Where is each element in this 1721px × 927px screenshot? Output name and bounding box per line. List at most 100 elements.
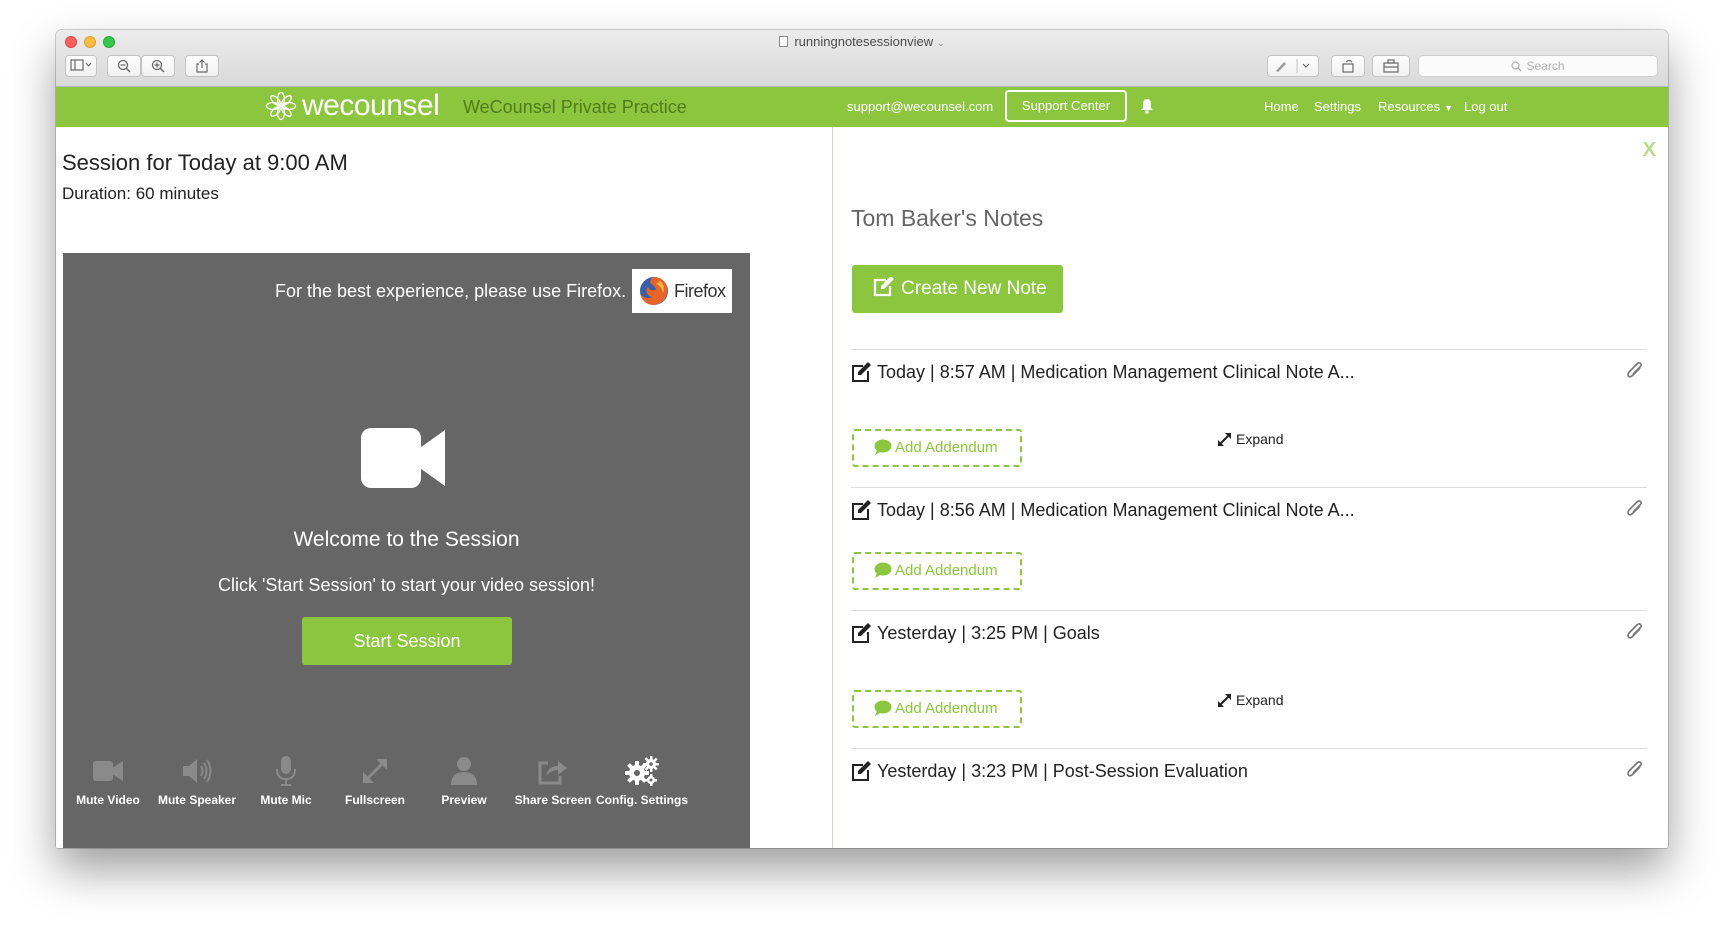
notes-pane: X Tom Baker's Notes Create New Note Toda… (834, 127, 1668, 848)
zoom-in-icon (151, 59, 165, 73)
zoom-out-icon (117, 59, 131, 73)
fullscreen-label: Fullscreen (344, 793, 406, 807)
note-item-4[interactable]: Yesterday | 3:23 PM | Post-Session Evalu… (851, 760, 1248, 782)
speech-bubble-icon (874, 439, 892, 455)
add-addendum-label: Add Addendum (895, 562, 998, 579)
edit-icon (873, 276, 894, 297)
share-button[interactable] (185, 55, 219, 77)
note-heading: Yesterday | 3:25 PM | Goals (877, 622, 1100, 643)
video-area: For the best experience, please use Fire… (63, 253, 750, 848)
add-addendum-button[interactable]: Add Addendum (852, 552, 1022, 590)
sidebar-icon (70, 59, 92, 71)
support-center-button[interactable]: Support Center (1005, 90, 1127, 122)
user-icon (451, 757, 477, 785)
support-email-link[interactable]: support@wecounsel.com (847, 99, 993, 114)
session-title: Session for Today at 9:00 AM (62, 150, 348, 175)
create-new-note-label: Create New Note (901, 278, 1047, 299)
document-title-text: runningnotesessionview (794, 34, 934, 49)
sidebar-toggle-button[interactable] (65, 55, 97, 77)
add-addendum-button[interactable]: Add Addendum (852, 429, 1022, 467)
expand-arrows-icon (1218, 432, 1231, 446)
share-screen-label: Share Screen (514, 793, 592, 807)
firefox-logo-icon (640, 277, 668, 305)
speech-bubble-icon (874, 700, 892, 716)
rotate-button[interactable] (1331, 55, 1365, 77)
annotate-button[interactable] (1267, 55, 1319, 77)
fullscreen-control[interactable]: Fullscreen (327, 753, 423, 807)
mute-video-label: Mute Video (76, 793, 140, 807)
paperclip-icon[interactable] (1626, 360, 1644, 380)
share-icon (538, 761, 567, 785)
browser-window: runningnotesessionview ⌄ Search wecounse… (56, 30, 1668, 848)
video-camera-icon (93, 761, 123, 781)
expand-label: Expand (1236, 692, 1284, 708)
logo-flower-icon (265, 91, 297, 121)
note-item-1[interactable]: Today | 8:57 AM | Medication Management … (851, 361, 1355, 383)
config-settings-control[interactable]: Config. Settings (594, 753, 690, 807)
paperclip-icon[interactable] (1626, 759, 1644, 779)
mute-speaker-label: Mute Speaker (157, 793, 237, 807)
add-addendum-label: Add Addendum (895, 439, 998, 456)
firefox-badge[interactable]: Firefox (632, 269, 732, 313)
session-pane: Session for Today at 9:00 AM Duration: 6… (56, 127, 833, 848)
practice-name: WeCounsel Private Practice (463, 97, 687, 117)
edit-note-icon (852, 362, 871, 382)
add-addendum-label: Add Addendum (895, 700, 998, 717)
mute-video-control[interactable]: Mute Video (60, 753, 156, 807)
note-item-2[interactable]: Today | 8:56 AM | Medication Management … (851, 499, 1355, 521)
expand-button[interactable]: Expand (1217, 692, 1283, 708)
zoom-out-button[interactable] (107, 55, 141, 77)
note-divider (851, 487, 1647, 488)
edit-note-icon (852, 500, 871, 520)
microphone-icon (276, 756, 296, 786)
document-icon (779, 36, 789, 47)
session-instruction: Click 'Start Session' to start your vide… (217, 575, 596, 595)
mute-mic-label: Mute Mic (260, 793, 312, 807)
paperclip-icon[interactable] (1626, 621, 1644, 641)
firefox-recommendation: For the best experience, please use Fire… (275, 281, 627, 301)
bell-icon[interactable] (1140, 98, 1154, 114)
close-notes-button[interactable]: X (1643, 139, 1656, 162)
edit-note-icon (852, 761, 871, 781)
nav-home[interactable]: Home (1264, 99, 1299, 114)
note-divider (851, 748, 1647, 749)
fullscreen-arrows-icon (363, 759, 387, 783)
rotate-icon (1342, 59, 1354, 73)
wecounsel-logo[interactable]: wecounsel (264, 89, 440, 123)
preview-control[interactable]: Preview (416, 753, 512, 807)
note-divider (851, 349, 1647, 350)
chevron-down-icon: ⌄ (937, 38, 945, 48)
expand-button[interactable]: Expand (1217, 431, 1283, 447)
gears-icon (625, 756, 659, 786)
zoom-in-button[interactable] (141, 55, 175, 77)
start-session-button[interactable]: Start Session (302, 617, 512, 665)
share-screen-control[interactable]: Share Screen (505, 753, 601, 807)
search-placeholder: Search (1526, 59, 1565, 73)
share-icon (196, 59, 208, 73)
nav-resources-label: Resources (1378, 99, 1441, 114)
toolbox-icon (1383, 59, 1399, 73)
nav-logout[interactable]: Log out (1464, 99, 1507, 114)
mute-mic-control[interactable]: Mute Mic (238, 753, 334, 807)
note-item-3[interactable]: Yesterday | 3:25 PM | Goals (851, 622, 1100, 644)
toolbox-button[interactable] (1372, 55, 1410, 77)
mute-speaker-control[interactable]: Mute Speaker (149, 753, 245, 807)
browser-toolbar: runningnotesessionview ⌄ Search (56, 30, 1668, 87)
note-divider (851, 610, 1647, 611)
speaker-icon (183, 759, 212, 783)
paperclip-icon[interactable] (1626, 498, 1644, 518)
notes-title: Tom Baker's Notes (851, 205, 1044, 231)
firefox-badge-text: Firefox (674, 280, 726, 301)
search-input[interactable]: Search (1418, 55, 1658, 77)
nav-settings[interactable]: Settings (1314, 99, 1361, 114)
note-heading: Today | 8:56 AM | Medication Management … (877, 499, 1355, 520)
session-duration: Duration: 60 minutes (62, 184, 219, 203)
nav-resources[interactable]: Resources ▼ (1378, 99, 1453, 114)
create-new-note-button[interactable]: Create New Note (852, 265, 1063, 313)
pen-icon (1276, 59, 1310, 73)
document-title[interactable]: runningnotesessionview ⌄ (56, 34, 1668, 49)
edit-note-icon (852, 623, 871, 643)
add-addendum-button[interactable]: Add Addendum (852, 690, 1022, 728)
preview-label: Preview (441, 793, 487, 807)
app-header: wecounsel WeCounsel Private Practice sup… (56, 87, 1668, 127)
